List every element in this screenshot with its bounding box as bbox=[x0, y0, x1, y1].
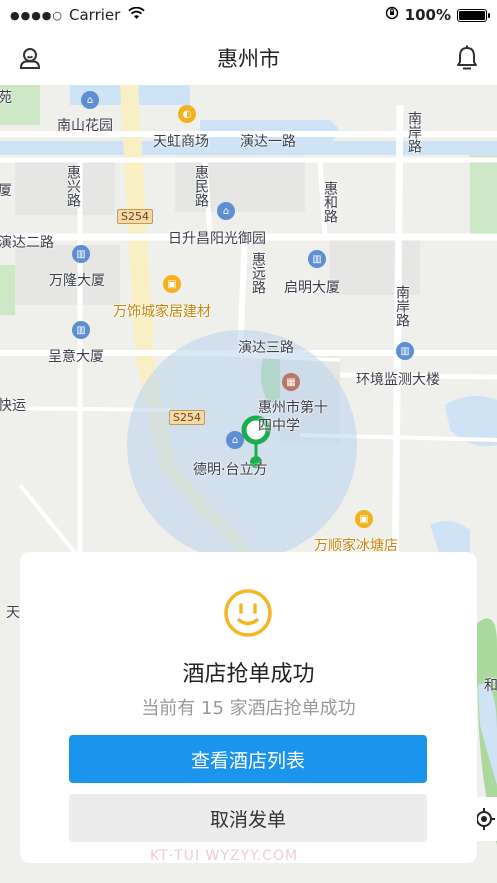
notifications-button[interactable] bbox=[451, 42, 483, 74]
page-title: 惠州市 bbox=[217, 46, 280, 71]
map-label: 和 bbox=[484, 678, 497, 694]
map-label: 南岸路 bbox=[406, 111, 422, 153]
poi-school-icon[interactable]: ▦ bbox=[282, 373, 300, 391]
watermark: KT·TUI WYZYY.COM bbox=[150, 848, 299, 864]
map-label: 苑 bbox=[0, 90, 12, 106]
status-bar: ●●●●○ Carrier 100% bbox=[0, 0, 497, 30]
map-label: 演达一路 bbox=[240, 134, 296, 150]
poi-building-icon[interactable]: ▥ bbox=[72, 245, 90, 263]
map-label: 天 bbox=[6, 605, 20, 621]
map-label: 日升昌阳光御园 bbox=[168, 231, 266, 247]
signal-icon: ●●●●○ bbox=[10, 8, 63, 22]
card-subtitle: 当前有 15 家酒店抢单成功 bbox=[141, 698, 356, 719]
map-label: 德明·台立方 bbox=[193, 462, 268, 478]
map-label: 惠民路 bbox=[193, 165, 209, 207]
road-badge: S254 bbox=[117, 209, 153, 224]
poi-building-icon[interactable]: ▥ bbox=[308, 250, 326, 268]
bell-icon bbox=[457, 45, 477, 70]
map-label: 万饰城家居建材 bbox=[113, 304, 211, 320]
poi-shop-icon[interactable]: ▣ bbox=[163, 275, 181, 293]
map-label: 厦 bbox=[0, 183, 12, 199]
map-label: 演达二路 bbox=[0, 235, 54, 251]
map-label: 启明大厦 bbox=[284, 280, 340, 296]
cancel-order-button[interactable]: 取消发单 bbox=[69, 794, 427, 842]
card-title: 酒店抢单成功 bbox=[182, 662, 315, 687]
map-label: 南岸路 bbox=[394, 285, 410, 327]
poi-home-icon[interactable]: ⌂ bbox=[217, 202, 235, 220]
view-hotels-button[interactable]: 查看酒店列表 bbox=[69, 735, 427, 783]
map-label: 天虹商场 bbox=[153, 134, 209, 150]
poi-shop-icon[interactable]: ◐ bbox=[178, 105, 196, 123]
wifi-icon bbox=[128, 6, 145, 24]
user-button[interactable] bbox=[14, 42, 46, 74]
map-label: 演达三路 bbox=[238, 340, 294, 356]
poi-home-icon[interactable]: ⌂ bbox=[226, 431, 244, 449]
carrier-label: Carrier bbox=[69, 6, 121, 24]
poi-building-icon[interactable]: ▥ bbox=[72, 321, 90, 339]
poi-shop-icon[interactable]: ▣ bbox=[355, 510, 373, 528]
map-label: 呈意大厦 bbox=[48, 349, 104, 365]
poi-home-icon[interactable]: ⌂ bbox=[81, 91, 99, 109]
poi-building-icon[interactable]: ▥ bbox=[396, 342, 414, 360]
map-label: 惠兴路 bbox=[65, 165, 81, 207]
battery-icon bbox=[457, 8, 490, 22]
rotation-lock-icon bbox=[385, 6, 399, 24]
smiley-icon bbox=[224, 589, 272, 637]
road-badge: S254 bbox=[169, 410, 205, 425]
map-label: 环境监测大楼 bbox=[356, 372, 440, 388]
map-label: 惠远路 bbox=[250, 252, 266, 294]
result-card: 酒店抢单成功 当前有 15 家酒店抢单成功 查看酒店列表 取消发单 bbox=[20, 552, 477, 863]
map-label: 万隆大厦 bbox=[49, 273, 105, 289]
map-label: 惠和路 bbox=[322, 181, 338, 223]
map-label: 南山花园 bbox=[57, 118, 113, 134]
nav-bar: 惠州市 bbox=[0, 30, 497, 85]
map-label: 快运 bbox=[0, 398, 26, 414]
user-icon bbox=[19, 48, 41, 69]
battery-label: 100% bbox=[404, 6, 451, 24]
map-label: 惠州市第十四中学 bbox=[258, 400, 328, 434]
